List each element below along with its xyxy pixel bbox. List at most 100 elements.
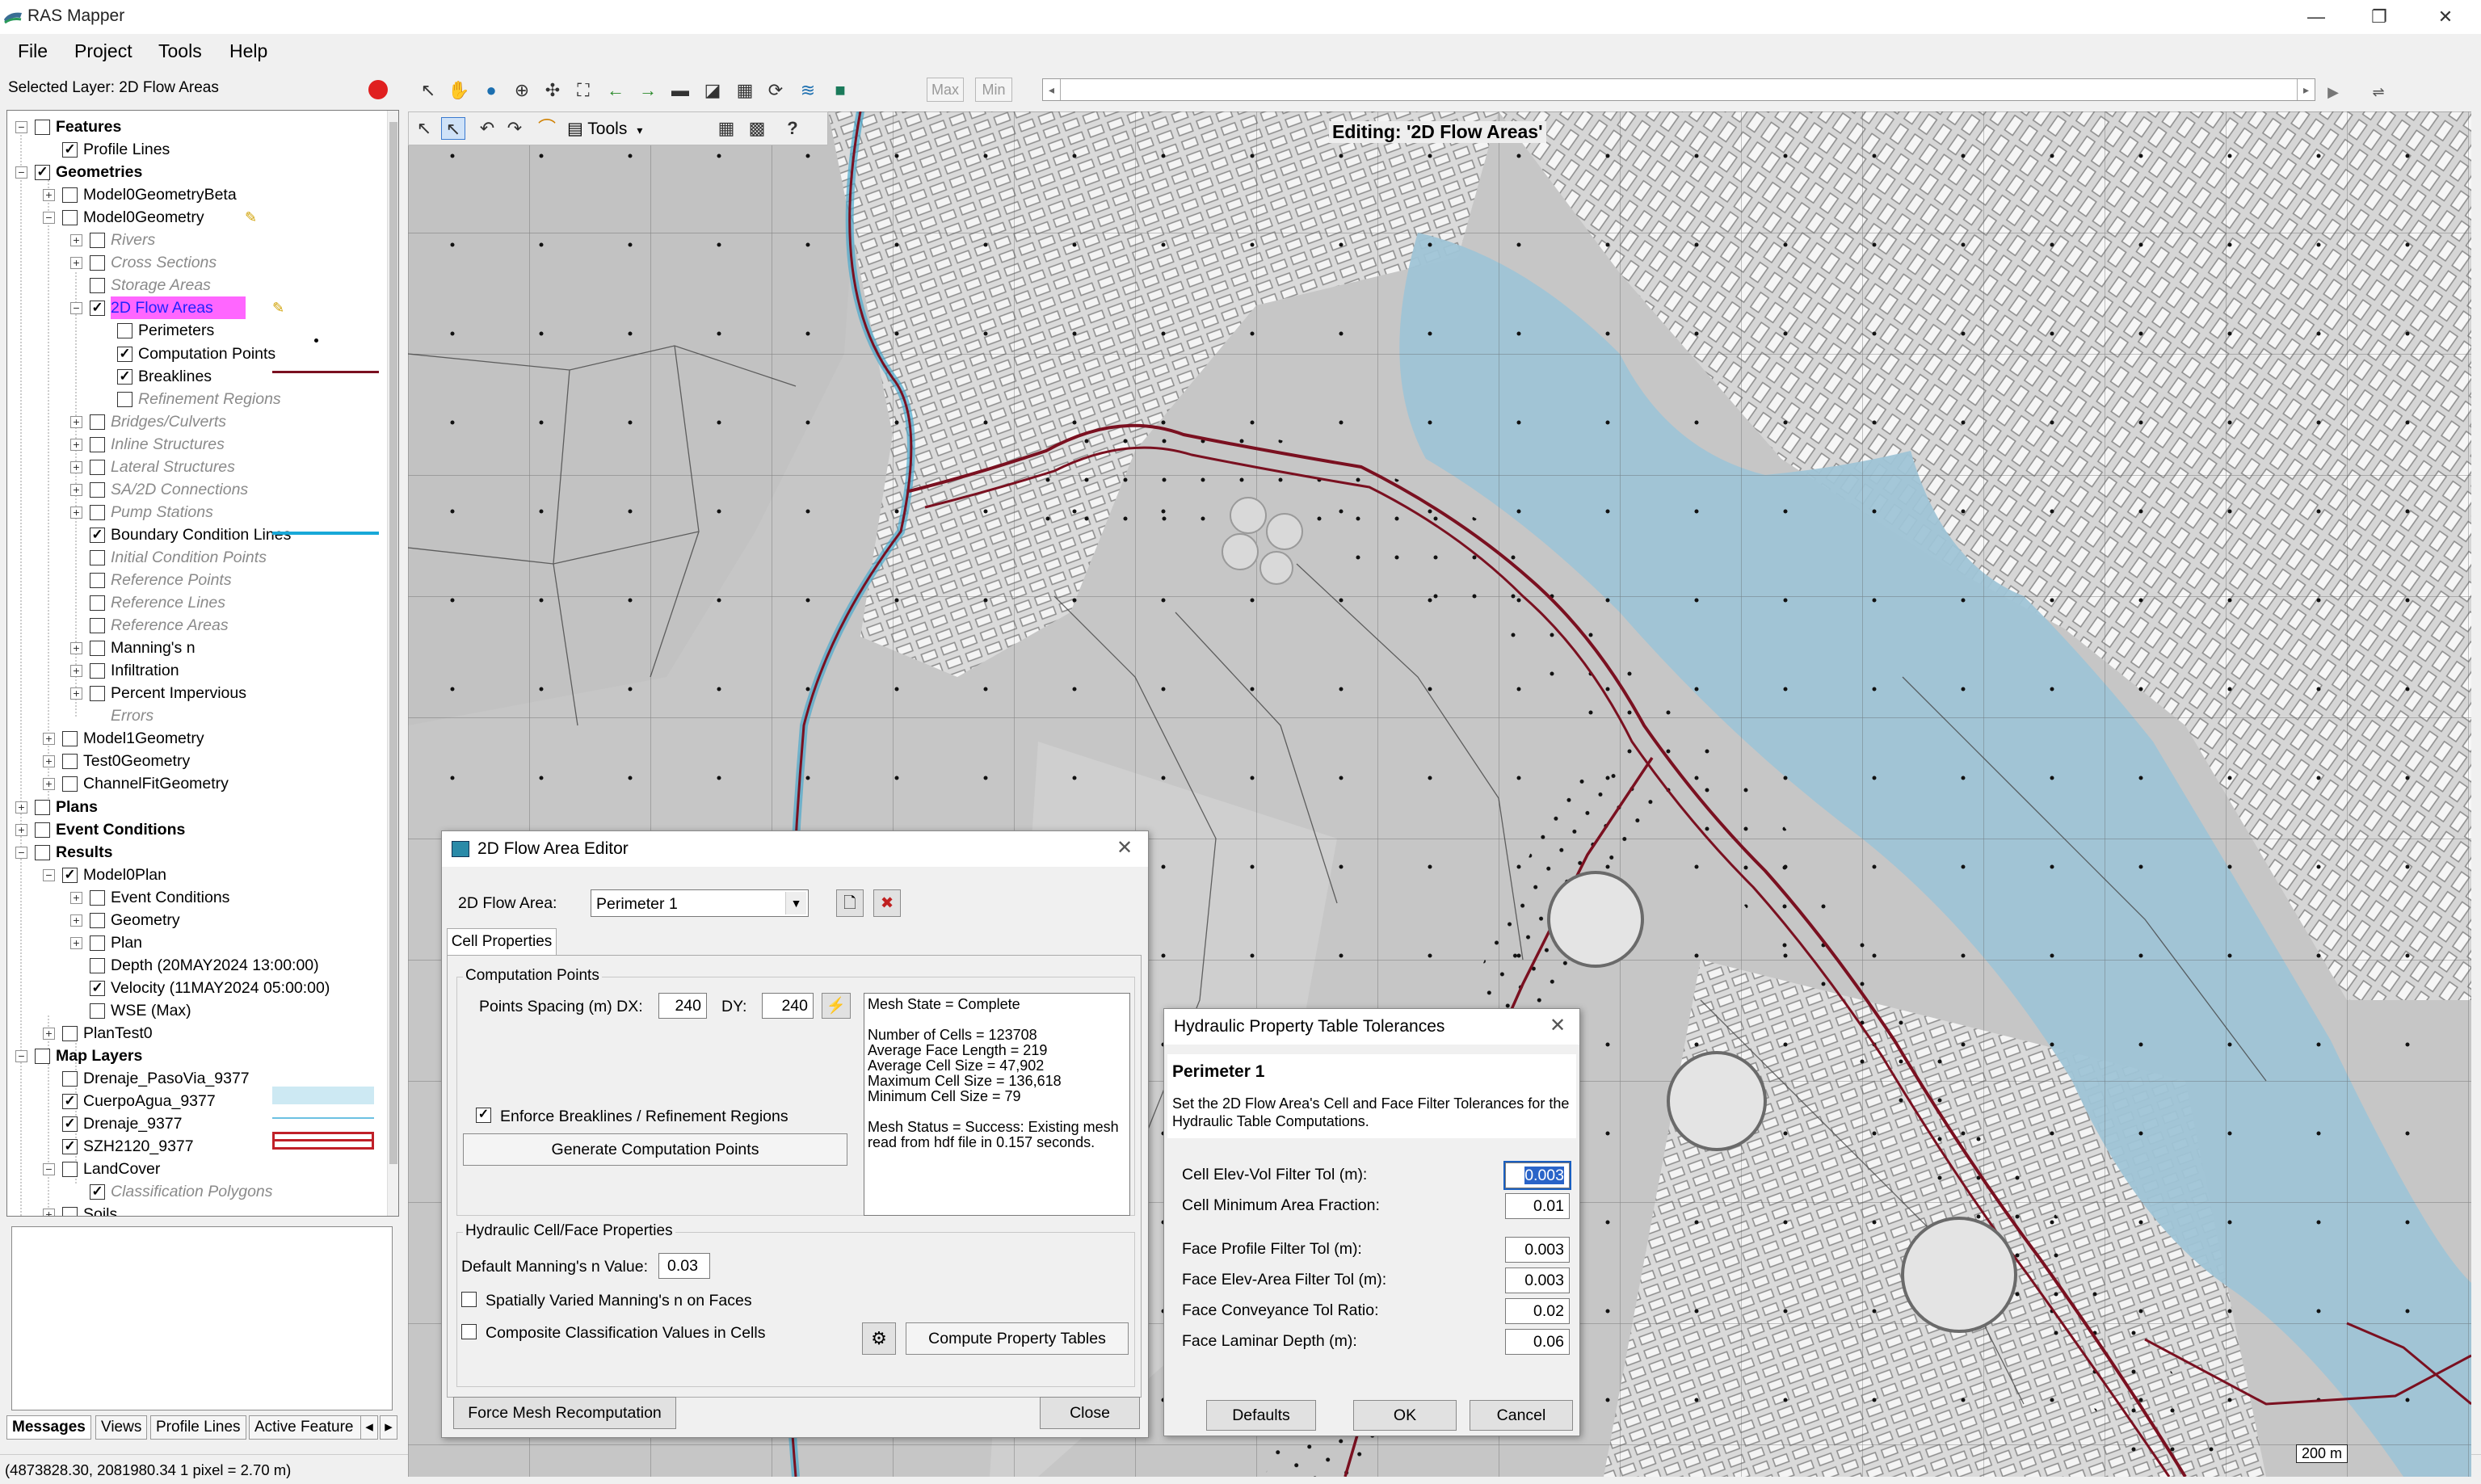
collapse-icon[interactable]: − xyxy=(70,302,82,315)
expand-icon[interactable]: + xyxy=(70,642,82,655)
editor-close-button[interactable]: Close xyxy=(1040,1397,1140,1429)
layer-checkbox[interactable] xyxy=(90,957,105,973)
layer-checkbox[interactable] xyxy=(90,573,105,588)
layer-checkbox[interactable] xyxy=(90,595,105,612)
minimize-button[interactable]: — xyxy=(2296,3,2336,31)
layer-checkbox[interactable] xyxy=(90,889,105,906)
expand-icon[interactable]: + xyxy=(70,936,82,949)
layer-checkbox[interactable] xyxy=(90,549,105,565)
expand-icon[interactable]: + xyxy=(70,483,82,496)
points-options-icon[interactable]: ⚡ xyxy=(822,993,851,1019)
generate-points-button[interactable]: Generate Computation Points xyxy=(463,1133,847,1166)
layer-checkbox[interactable]: ✓ xyxy=(90,1184,105,1200)
menu-project[interactable]: Project xyxy=(74,40,132,62)
raster-icon[interactable]: ▦ xyxy=(733,79,757,102)
layer-checkbox[interactable]: ✓ xyxy=(90,527,105,543)
undo-icon[interactable]: ↶ xyxy=(475,117,499,140)
menu-tools[interactable]: Tools xyxy=(158,40,202,62)
expand-icon[interactable]: + xyxy=(70,460,82,473)
layer-checkbox[interactable] xyxy=(90,641,105,657)
tolerance-input[interactable]: 0.02 xyxy=(1505,1298,1570,1324)
select-tool-icon[interactable]: ↖ xyxy=(412,117,436,140)
collapse-icon[interactable]: − xyxy=(43,212,55,225)
draw-line-icon[interactable]: ⌒ xyxy=(535,117,559,140)
layer-checkbox[interactable] xyxy=(90,255,105,271)
slider-right-icon[interactable]: ▸ xyxy=(2297,79,2315,100)
layer-checkbox[interactable] xyxy=(117,323,132,339)
spatial-mannings-checkbox[interactable] xyxy=(461,1292,477,1307)
dropdown-arrow-icon[interactable]: ▼ xyxy=(785,892,806,914)
layer-checkbox[interactable]: ✓ xyxy=(90,301,105,317)
layer-checkbox[interactable] xyxy=(90,436,105,452)
layer-checkbox[interactable] xyxy=(62,754,78,770)
max-button[interactable]: Max xyxy=(927,78,964,102)
delete-area-icon[interactable]: ✖ xyxy=(873,889,901,917)
layer-checkbox[interactable]: ✓ xyxy=(62,867,78,883)
layer-checkbox[interactable] xyxy=(35,799,50,815)
layer-checkbox[interactable] xyxy=(90,935,105,951)
tab-messages[interactable]: Messages xyxy=(6,1415,91,1440)
layer-checkbox[interactable] xyxy=(35,822,50,838)
profile-plot-icon[interactable]: ◪ xyxy=(700,79,725,102)
defaults-button[interactable]: Defaults xyxy=(1206,1400,1316,1431)
layer-checkbox[interactable]: ✓ xyxy=(117,368,132,385)
maximize-button[interactable]: ❐ xyxy=(2359,3,2399,31)
tab-profile-lines[interactable]: Profile Lines xyxy=(150,1415,246,1440)
expand-icon[interactable]: + xyxy=(70,415,82,428)
expand-icon[interactable]: + xyxy=(70,234,82,247)
expand-icon[interactable]: + xyxy=(43,1209,55,1216)
dy-input[interactable]: 240 xyxy=(762,993,814,1019)
animation-icon[interactable]: ⟳ xyxy=(763,79,788,102)
expand-icon[interactable]: + xyxy=(70,506,82,519)
layer-checkbox[interactable] xyxy=(90,504,105,520)
tree-scrollbar[interactable] xyxy=(387,111,398,1216)
cancel-button[interactable]: Cancel xyxy=(1470,1400,1573,1431)
layer-checkbox[interactable]: ✓ xyxy=(117,346,132,362)
edit-table-icon[interactable]: ▦ xyxy=(714,117,738,140)
globe-icon[interactable]: ● xyxy=(479,79,503,102)
slider-left-icon[interactable]: ◂ xyxy=(1043,79,1061,100)
layer-checkbox[interactable] xyxy=(90,481,105,498)
layer-checkbox[interactable] xyxy=(90,459,105,475)
layer-checkbox[interactable] xyxy=(90,663,105,679)
layer-checkbox[interactable] xyxy=(62,776,78,792)
stop-editing-icon[interactable] xyxy=(368,80,388,99)
tab-views[interactable]: Views xyxy=(95,1415,148,1440)
back-arrow-icon[interactable]: ← xyxy=(603,79,628,102)
tolerance-input[interactable]: 0.003 xyxy=(1505,1267,1570,1293)
layer-checkbox[interactable]: ✓ xyxy=(90,980,105,996)
layer-checkbox[interactable] xyxy=(90,618,105,634)
layer-checkbox[interactable] xyxy=(62,1026,78,1041)
help-icon[interactable]: ? xyxy=(780,117,805,140)
ok-button[interactable]: OK xyxy=(1353,1400,1457,1431)
layer-checkbox[interactable] xyxy=(35,1049,50,1065)
expand-icon[interactable]: + xyxy=(43,733,55,746)
layer-checkbox[interactable] xyxy=(35,844,50,860)
menu-help[interactable]: Help xyxy=(229,40,267,62)
layer-checkbox[interactable]: ✓ xyxy=(62,142,78,158)
expand-icon[interactable]: + xyxy=(43,1028,55,1040)
layer-checkbox[interactable] xyxy=(62,210,78,226)
collapse-icon[interactable]: − xyxy=(15,166,27,179)
layer-checkbox[interactable] xyxy=(90,1003,105,1019)
expand-icon[interactable]: + xyxy=(15,801,27,813)
tabs-left-icon[interactable]: ◂ xyxy=(360,1415,378,1440)
menu-file[interactable]: File xyxy=(18,40,48,62)
expand-icon[interactable]: + xyxy=(70,257,82,270)
layers-icon[interactable]: ≋ xyxy=(796,79,820,102)
expand-icon[interactable]: + xyxy=(70,891,82,904)
expand-icon[interactable]: + xyxy=(70,914,82,927)
expand-icon[interactable]: + xyxy=(43,755,55,768)
expand-icon[interactable]: + xyxy=(43,778,55,791)
forward-arrow-icon[interactable]: → xyxy=(636,79,660,102)
layer-checkbox[interactable]: ✓ xyxy=(35,165,50,181)
timeline-options-icon[interactable]: ⇌ xyxy=(2366,81,2391,103)
new-area-icon[interactable]: 🗋 xyxy=(836,889,864,917)
layer-checkbox[interactable] xyxy=(117,391,132,407)
expand-icon[interactable]: + xyxy=(15,823,27,836)
dx-input[interactable]: 240 xyxy=(658,993,707,1019)
time-slider[interactable]: ◂ ▸ xyxy=(1042,78,2315,101)
layer-checkbox[interactable] xyxy=(62,731,78,747)
play-icon[interactable]: ▶ xyxy=(2321,81,2345,103)
full-extent-icon[interactable]: ⛶ xyxy=(571,79,595,102)
